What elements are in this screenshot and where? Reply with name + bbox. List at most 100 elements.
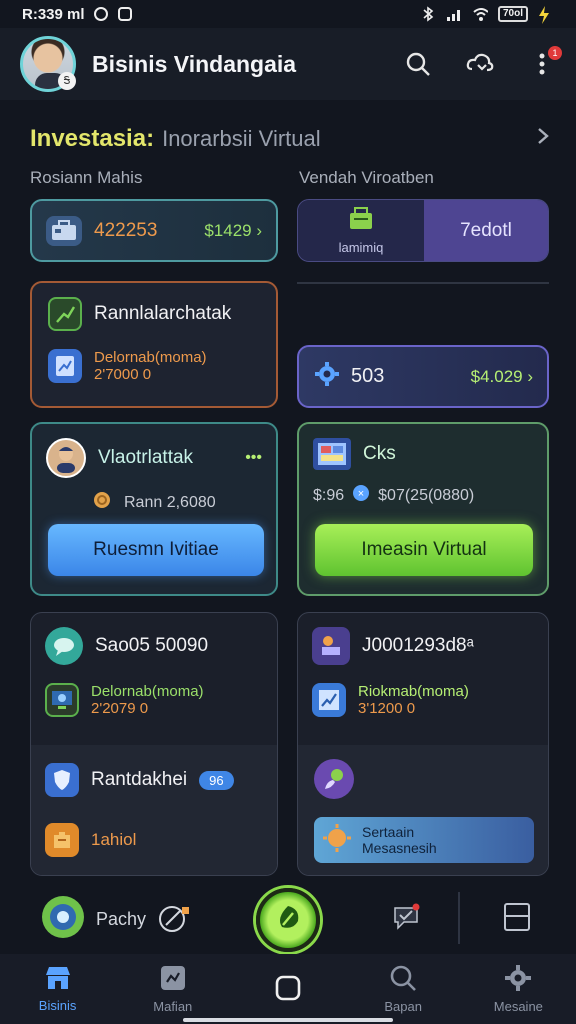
dark2-title: J0001293d8ᵃ [362, 635, 474, 656]
more-dots-icon[interactable]: ••• [245, 449, 262, 467]
vertical-separator [458, 892, 460, 944]
left-subtitle: Rosiann Mahis [30, 168, 143, 187]
status-bar: R:339 ml 70ol [0, 0, 576, 28]
portfolio-card-left[interactable]: Sao05 50090 Delornab(moma) 2'2079 0 Rant… [30, 612, 278, 876]
monitor-chart-icon [45, 683, 79, 717]
presentation-icon [312, 627, 350, 665]
home-square-icon [275, 975, 301, 1004]
dark1-title: Sao05 50090 [95, 635, 209, 656]
chat-bubble-icon [45, 627, 83, 665]
banner-line1: Sertaain [362, 824, 415, 840]
cloud-sync-icon[interactable] [466, 50, 494, 78]
bottom-navigation: Bisinis Mafian Bapan Mesaine [0, 954, 576, 1024]
nav-item-home[interactable] [238, 975, 338, 1004]
banner-line2: Mesasnesih [362, 840, 437, 856]
investment-card-green[interactable]: Cks $:96 × $07(25(0880) Imeasin Virtual [297, 422, 549, 596]
green-right-value: $07(25(0880) [378, 486, 475, 504]
nav-label-bapan: Bapan [384, 999, 422, 1014]
quick-action-bar: Pachy [0, 880, 576, 954]
virtual-invest-button[interactable]: Ruesmn Ivitiae [48, 524, 264, 576]
chart-trend-icon [48, 297, 82, 331]
green-left-value: $:96 [313, 486, 345, 504]
bluetooth-icon [420, 6, 436, 22]
teal-coin-value: Rann 2,6080 [124, 493, 216, 511]
leaf-plus-icon [273, 903, 303, 938]
app-title: Bisinis Vindangaia [92, 50, 297, 77]
nav-item-bapan[interactable]: Bapan [353, 964, 453, 1014]
nav-label-bisinis: Bisinis [38, 998, 77, 1013]
section-header[interactable]: Investasia: Inorarbsii Virtual [30, 124, 550, 154]
store-icon [44, 965, 72, 994]
blue-number: 503 [351, 365, 385, 387]
blue-value: $4.029 › [470, 366, 533, 386]
dashboard-icon [313, 438, 351, 470]
add-investment-fab[interactable] [256, 888, 320, 952]
portfolio-card-right[interactable]: J0001293d8ᵃ Riokmab(moma) 3'1200 0 Serta… [297, 612, 549, 876]
investment-pill-violet[interactable]: lamimiq 7edotl [297, 199, 549, 262]
user-avatar-icon [46, 438, 86, 478]
dark1-row2-label: Rantdakhei [91, 769, 188, 790]
investment-pill-teal[interactable]: 422253 $1429 › [30, 199, 278, 262]
dark1-line1: Delornab(moma) [91, 683, 204, 700]
status-time: R:339 ml [22, 5, 85, 23]
nav-item-bisinis[interactable]: Bisinis [8, 965, 108, 1013]
orange-line2: 2'7000 0 [94, 366, 152, 383]
violet-small-label: lamimiq [338, 239, 384, 255]
dark1-row3-label: 1ahiol [91, 830, 137, 849]
app-bar: Bisinis Vindangaia 1 [0, 28, 576, 100]
brush-icon [314, 759, 354, 799]
more-options-icon[interactable]: 1 [528, 46, 562, 78]
gear-icon [504, 964, 532, 995]
orange-line1: Delornab(moma) [94, 349, 207, 366]
message-check-icon[interactable] [392, 902, 422, 932]
wifi-icon [472, 6, 488, 22]
coin-icon [92, 490, 112, 515]
dark1-lower-section: Rantdakhei 96 1ahiol [31, 745, 277, 875]
nav-label-mafian: Mafian [153, 999, 193, 1014]
layout-icon[interactable] [502, 902, 532, 932]
gear-icon [313, 360, 341, 393]
shield-icon [45, 763, 79, 797]
teal-value: $1429 › [204, 220, 262, 240]
edit-icon[interactable] [156, 901, 192, 938]
dark2-line2: 3'1200 0 [358, 700, 416, 717]
orange-card-title: Rannlalarchatak [94, 303, 232, 324]
battery-indicator: 70ol [497, 6, 528, 22]
svg-text:×: × [358, 488, 364, 500]
home-indicator [183, 1018, 393, 1022]
basket-icon [348, 206, 374, 236]
green-card-title: Cks [363, 443, 396, 464]
dark2-line1: Riokmab(moma) [358, 683, 469, 700]
search-icon [389, 964, 417, 995]
section-title-rest: Inorarbsii Virtual [162, 126, 321, 151]
nav-item-mafian[interactable]: Mafian [123, 964, 223, 1014]
promo-banner[interactable]: Sertaain Mesasnesih [314, 817, 534, 863]
quick-pachy-item[interactable]: Pachy [40, 894, 192, 945]
dark1-line2: 2'2079 0 [91, 700, 149, 717]
virtual-investment-button[interactable]: Imeasin Virtual [315, 524, 533, 576]
investment-pill-blue[interactable]: 503 $4.029 › [297, 345, 549, 408]
section-title-bold: Investasia: [30, 125, 155, 152]
briefcase-icon [46, 215, 82, 246]
investment-card-orange[interactable]: Rannlalarchatak Delornab(moma) 2'7000 0 [30, 281, 278, 408]
search-icon[interactable] [404, 50, 432, 78]
notification-badge: 1 [548, 46, 562, 60]
nav-label-mesaine: Mesaine [493, 999, 543, 1014]
divider [297, 282, 549, 284]
right-subtitle: Vendah Viroatben [299, 168, 434, 187]
growth-chart-icon [312, 683, 346, 717]
sun-badge-icon [322, 823, 352, 858]
sync-icon [93, 6, 109, 22]
teal-card-title: Vlaotrlattak [98, 447, 194, 468]
violet-right-label: 7edotl [424, 200, 548, 261]
chevron-right-icon[interactable] [536, 125, 550, 153]
puzzle-icon [159, 964, 187, 995]
dark1-chip[interactable]: 96 [199, 770, 234, 790]
charging-icon [538, 6, 554, 24]
investment-card-teal[interactable]: Vlaotrlattak ••• Rann 2,6080 Ruesmn Ivit… [30, 422, 278, 596]
info-coin-icon: × [352, 484, 370, 507]
avatar-edit-icon[interactable]: Ꭶ [58, 72, 76, 90]
nav-item-mesaine[interactable]: Mesaine [468, 964, 568, 1014]
teal-amount: 422253 [94, 219, 158, 241]
document-chart-icon [48, 349, 82, 383]
